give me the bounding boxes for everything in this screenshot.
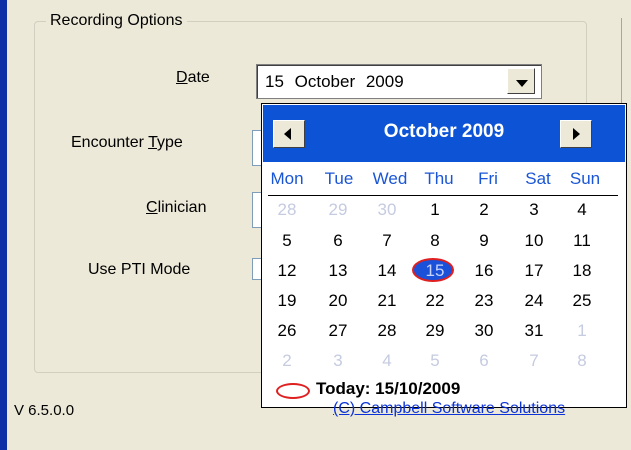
weekday-label: Thu	[424, 169, 454, 188]
arrow-right-icon	[573, 128, 580, 140]
calendar-day[interactable]: 24	[514, 290, 554, 312]
calendar-day[interactable]: 30	[464, 320, 504, 342]
calendar-day[interactable]: 29	[318, 199, 358, 221]
calendar-day[interactable]: 14	[367, 260, 407, 282]
calendar-day[interactable]: 28	[367, 320, 407, 342]
calendar-day[interactable]: 7	[367, 230, 407, 252]
calendar-day[interactable]: 3	[514, 199, 554, 221]
calendar-day[interactable]: 3	[318, 350, 358, 372]
calendar-day[interactable]: 10	[514, 230, 554, 252]
calendar-day[interactable]: 19	[267, 290, 307, 312]
calendar-day[interactable]: 20	[318, 290, 358, 312]
calendar-day[interactable]: 9	[464, 230, 504, 252]
calendar-day[interactable]: 12	[267, 260, 307, 282]
calendar-day[interactable]: 1	[415, 199, 455, 221]
group-title: Recording Options	[46, 12, 187, 30]
calendar-day[interactable]: 31	[514, 320, 554, 342]
calendar-day[interactable]: 27	[318, 320, 358, 342]
calendar-day[interactable]: 21	[367, 290, 407, 312]
calendar-day[interactable]: 1	[562, 320, 602, 342]
encounter-type-label: Encounter Type	[71, 134, 183, 151]
weekday-label: Sat	[525, 169, 551, 188]
calendar-day[interactable]: 4	[367, 350, 407, 372]
today-circle-icon	[276, 383, 310, 399]
date-combo[interactable]: 15 October 2009	[256, 64, 542, 99]
today-label: Today: 15/10/2009	[316, 379, 461, 398]
date-label: Date	[176, 69, 210, 86]
calendar-popup: October 2009 Mon Tue Wed Thu Fri Sat Sun…	[261, 103, 627, 408]
weekday-divider	[268, 195, 618, 196]
chevron-down-icon	[516, 80, 528, 87]
clinician-label: Clinician	[146, 199, 207, 216]
calendar-day[interactable]: 22	[415, 290, 455, 312]
use-pti-mode-label: Use PTI Mode	[88, 261, 191, 278]
calendar-day[interactable]: 13	[318, 260, 358, 282]
calendar-day[interactable]: 18	[562, 260, 602, 282]
calendar-day[interactable]: 15	[415, 260, 455, 282]
version-label: V 6.5.0.0	[14, 402, 75, 419]
calendar-day[interactable]: 2	[267, 350, 307, 372]
calendar-day[interactable]: 29	[415, 320, 455, 342]
calendar-header: October 2009	[263, 105, 625, 162]
calendar-day[interactable]: 2	[464, 199, 504, 221]
date-value: 15 October 2009	[265, 72, 404, 91]
calendar-day[interactable]: 5	[267, 230, 307, 252]
calendar-day[interactable]: 6	[318, 230, 358, 252]
weekday-header-row: Mon Tue Wed Thu Fri Sat Sun	[262, 169, 626, 193]
weekday-label: Sun	[569, 169, 601, 188]
company-link[interactable]: (C) Campbell Software Solutions	[333, 400, 629, 418]
calendar-day[interactable]: 4	[562, 199, 602, 221]
calendar-day[interactable]: 11	[562, 230, 602, 252]
calendar-day[interactable]: 30	[367, 199, 407, 221]
weekday-label: Mon	[270, 169, 304, 188]
calendar-day[interactable]: 8	[415, 230, 455, 252]
weekday-label: Wed	[372, 169, 408, 188]
calendar-day[interactable]: 26	[267, 320, 307, 342]
date-dropdown-button[interactable]	[507, 68, 535, 94]
calendar-day[interactable]: 6	[464, 350, 504, 372]
weekday-label: Fri	[478, 169, 498, 188]
calendar-day[interactable]: 23	[464, 290, 504, 312]
calendar-day[interactable]: 25	[562, 290, 602, 312]
window-left-border	[0, 0, 7, 450]
calendar-day[interactable]: 8	[562, 350, 602, 372]
calendar-day[interactable]: 16	[464, 260, 504, 282]
weekday-label: Tue	[324, 169, 354, 188]
calendar-day[interactable]: 28	[267, 199, 307, 221]
calendar-day[interactable]: 5	[415, 350, 455, 372]
calendar-day[interactable]: 17	[514, 260, 554, 282]
next-month-button[interactable]	[560, 120, 592, 148]
calendar-day[interactable]: 7	[514, 350, 554, 372]
